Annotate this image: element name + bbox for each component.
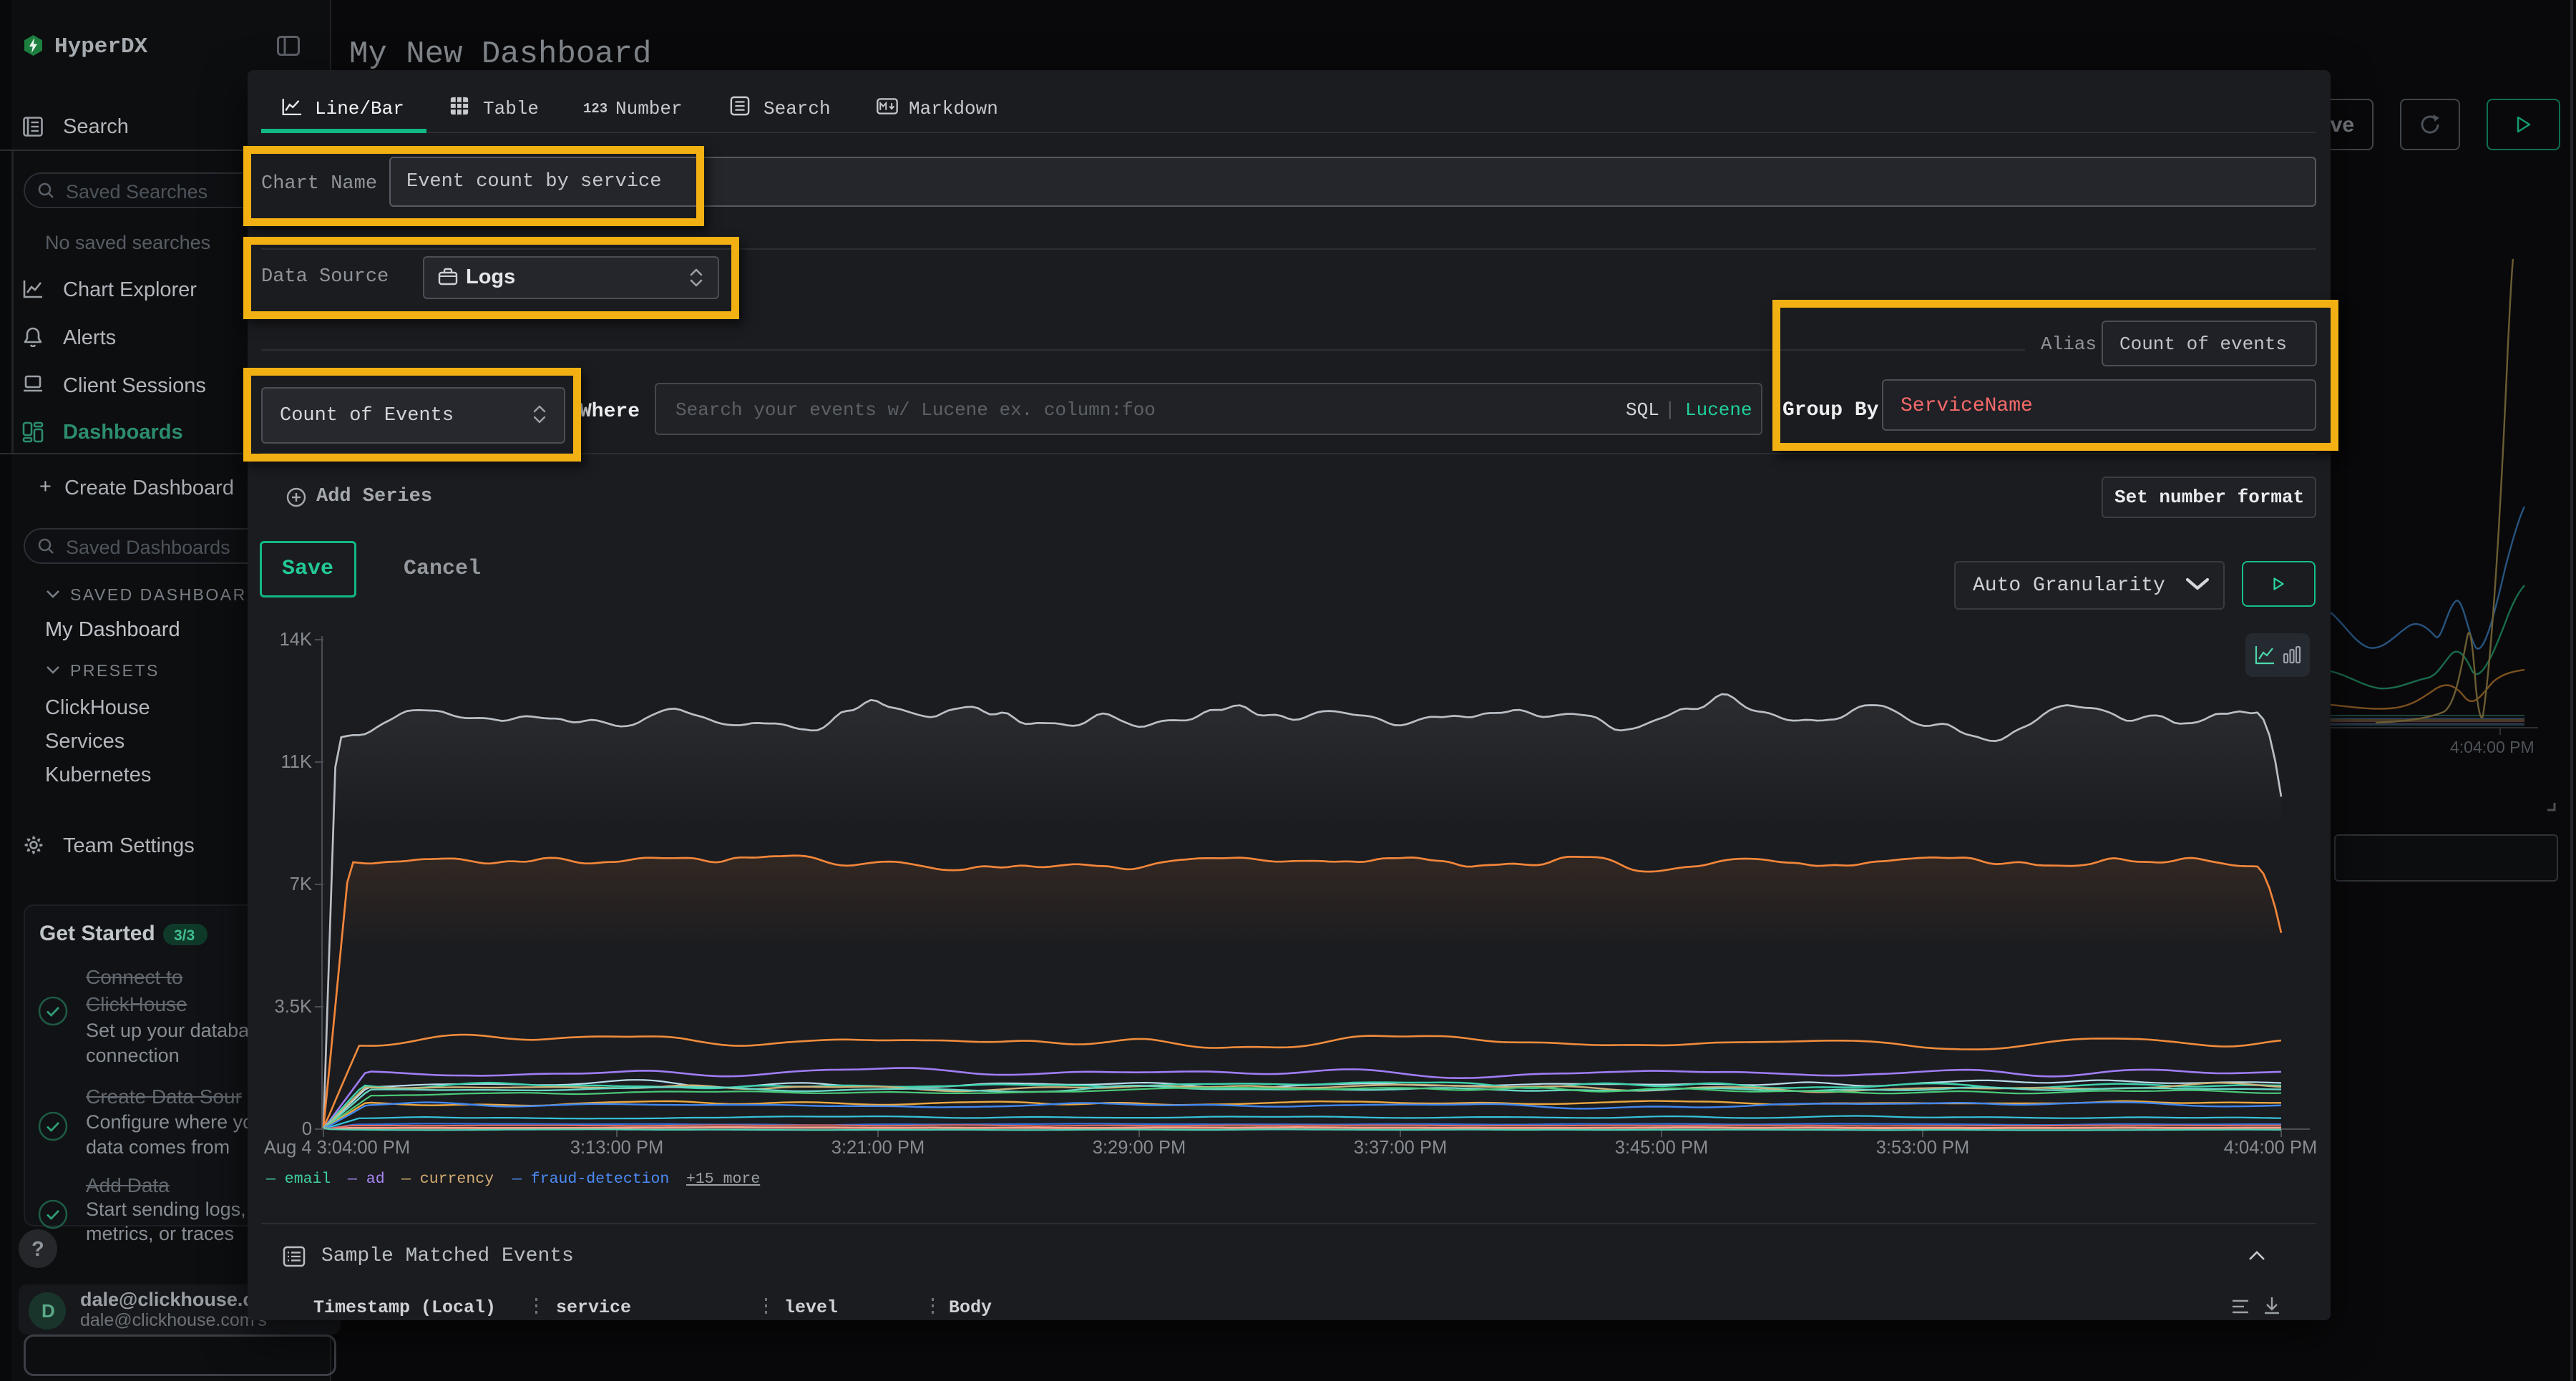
svg-text:3.5K: 3.5K — [275, 997, 312, 1017]
svg-text:3:45:00 PM: 3:45:00 PM — [1615, 1138, 1708, 1158]
svg-text:3:29:00 PM: 3:29:00 PM — [1093, 1138, 1186, 1158]
svg-text:3:37:00 PM: 3:37:00 PM — [1354, 1138, 1447, 1158]
svg-text:0: 0 — [302, 1119, 312, 1139]
svg-text:11K: 11K — [281, 752, 312, 772]
svg-text:Aug 4 3:04:00 PM: Aug 4 3:04:00 PM — [264, 1138, 410, 1158]
svg-text:3:13:00 PM: 3:13:00 PM — [570, 1138, 663, 1158]
svg-text:14K: 14K — [280, 630, 312, 650]
svg-text:7K: 7K — [290, 874, 312, 894]
svg-text:4:04:00 PM: 4:04:00 PM — [2224, 1138, 2317, 1158]
svg-text:3:53:00 PM: 3:53:00 PM — [1876, 1138, 1969, 1158]
svg-text:3:21:00 PM: 3:21:00 PM — [831, 1138, 924, 1158]
